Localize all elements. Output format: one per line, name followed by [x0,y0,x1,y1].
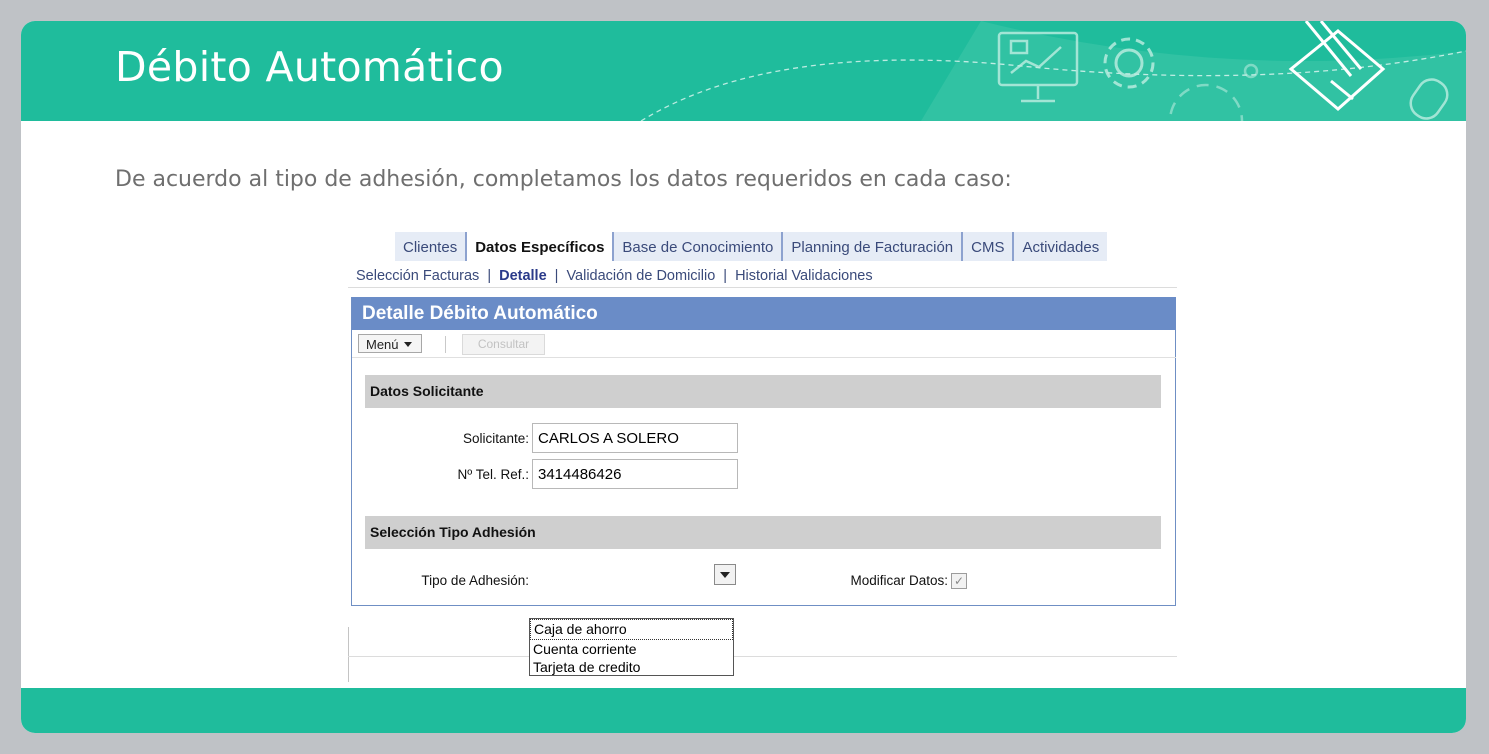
slide-footer [21,688,1466,733]
section-datos-solicitante: Datos Solicitante [365,375,1161,408]
option-cuenta-corriente[interactable]: Cuenta corriente [530,640,733,659]
chevron-down-icon [720,572,730,578]
tab-base-de-conocimiento[interactable]: Base de Conocimiento [614,232,784,261]
tab-datos-especificos[interactable]: Datos Específicos [467,232,615,261]
solicitante-label: Solicitante: [462,431,529,446]
dropdown-toggle[interactable] [714,564,736,585]
subtab-separator: | [723,268,728,284]
consultar-button: Consultar [462,334,545,355]
menu-button[interactable]: Menú [358,334,422,353]
tab-actividades[interactable]: Actividades [1014,232,1108,261]
option-tarjeta-de-credito[interactable]: Tarjeta de credito [530,658,733,677]
panel-title: Detalle Débito Automático [352,297,1176,330]
main-tabs: Clientes Datos Específicos Base de Conoc… [395,232,1108,261]
subtab-detalle[interactable]: Detalle [499,268,547,284]
slide-title: Débito Automático [115,43,504,91]
section-seleccion-tipo-adhesion: Selección Tipo Adhesión [365,516,1161,549]
divider [348,656,1177,657]
divider [348,627,349,682]
slide-card: Débito Automático De acuerdo al tipo de … [21,21,1466,733]
tab-planning-de-facturacion[interactable]: Planning de Facturación [783,232,964,261]
telefono-label: Nº Tel. Ref.: [457,467,529,482]
slide-header: Débito Automático [21,21,1466,121]
tab-cms[interactable]: CMS [963,232,1015,261]
subtab-historial-validaciones[interactable]: Historial Validaciones [735,268,873,284]
subtab-seleccion-facturas[interactable]: Selección Facturas [356,268,479,284]
modificar-datos-checkbox[interactable]: ✓ [951,573,967,589]
solicitante-field[interactable]: CARLOS A SOLERO [532,423,738,453]
app-screenshot: Clientes Datos Específicos Base de Conoc… [348,232,1177,682]
subtab-separator: | [554,268,559,284]
telefono-field[interactable]: 3414486426 [532,459,738,489]
caret-down-icon [403,342,412,347]
tipo-adhesion-label: Tipo de Adhesión: [421,573,529,588]
modificar-datos-label: Modificar Datos: [850,573,948,588]
divider [348,287,1177,288]
subtab-validacion-de-domicilio[interactable]: Validación de Domicilio [566,268,715,284]
divider [352,357,1176,358]
subtab-separator: | [487,268,492,284]
checkmark-icon: ✓ [953,574,965,588]
panel-toolbar: Menú Consultar [352,330,1176,357]
sub-tabs: Selección Facturas | Detalle | Validació… [356,268,873,284]
toolbar-separator [445,336,446,353]
tipo-adhesion-select[interactable] [533,562,738,591]
slide-subtitle: De acuerdo al tipo de adhesión, completa… [115,167,1012,192]
tipo-adhesion-options: Caja de ahorro Cuenta corriente Tarjeta … [529,618,734,676]
menu-label: Menú [366,337,399,352]
detalle-panel: Detalle Débito Automático Menú Consultar… [351,297,1176,606]
tab-clientes[interactable]: Clientes [395,232,468,261]
option-caja-de-ahorro[interactable]: Caja de ahorro [530,619,733,640]
